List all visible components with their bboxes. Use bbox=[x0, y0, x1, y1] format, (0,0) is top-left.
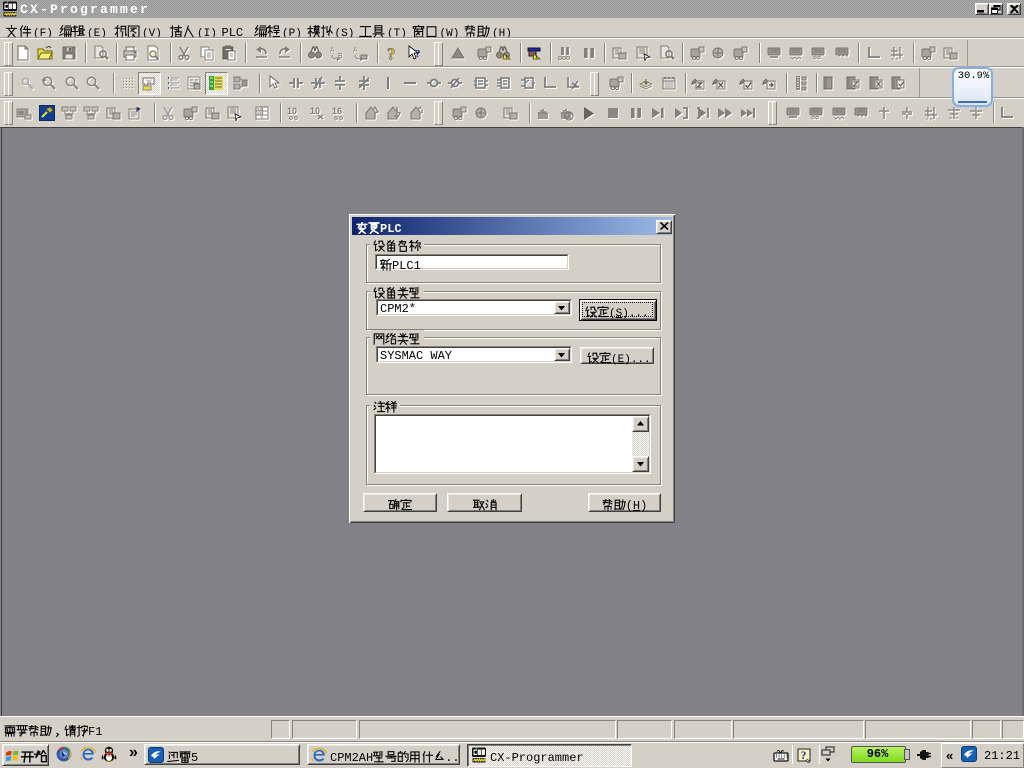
svg-text:10: 10 bbox=[287, 106, 297, 116]
svg-text:A: A bbox=[330, 47, 335, 54]
svg-text:?: ? bbox=[387, 45, 396, 61]
svg-text:10: 10 bbox=[310, 106, 320, 116]
svg-text:!: ! bbox=[536, 56, 538, 61]
svg-text:B: B bbox=[338, 53, 343, 60]
svg-text:002: 002 bbox=[257, 112, 263, 116]
svg-text:A: A bbox=[353, 47, 358, 54]
svg-text:16: 16 bbox=[332, 106, 342, 116]
svg-text:W: W bbox=[147, 79, 153, 85]
svg-text:?: ? bbox=[415, 48, 421, 60]
